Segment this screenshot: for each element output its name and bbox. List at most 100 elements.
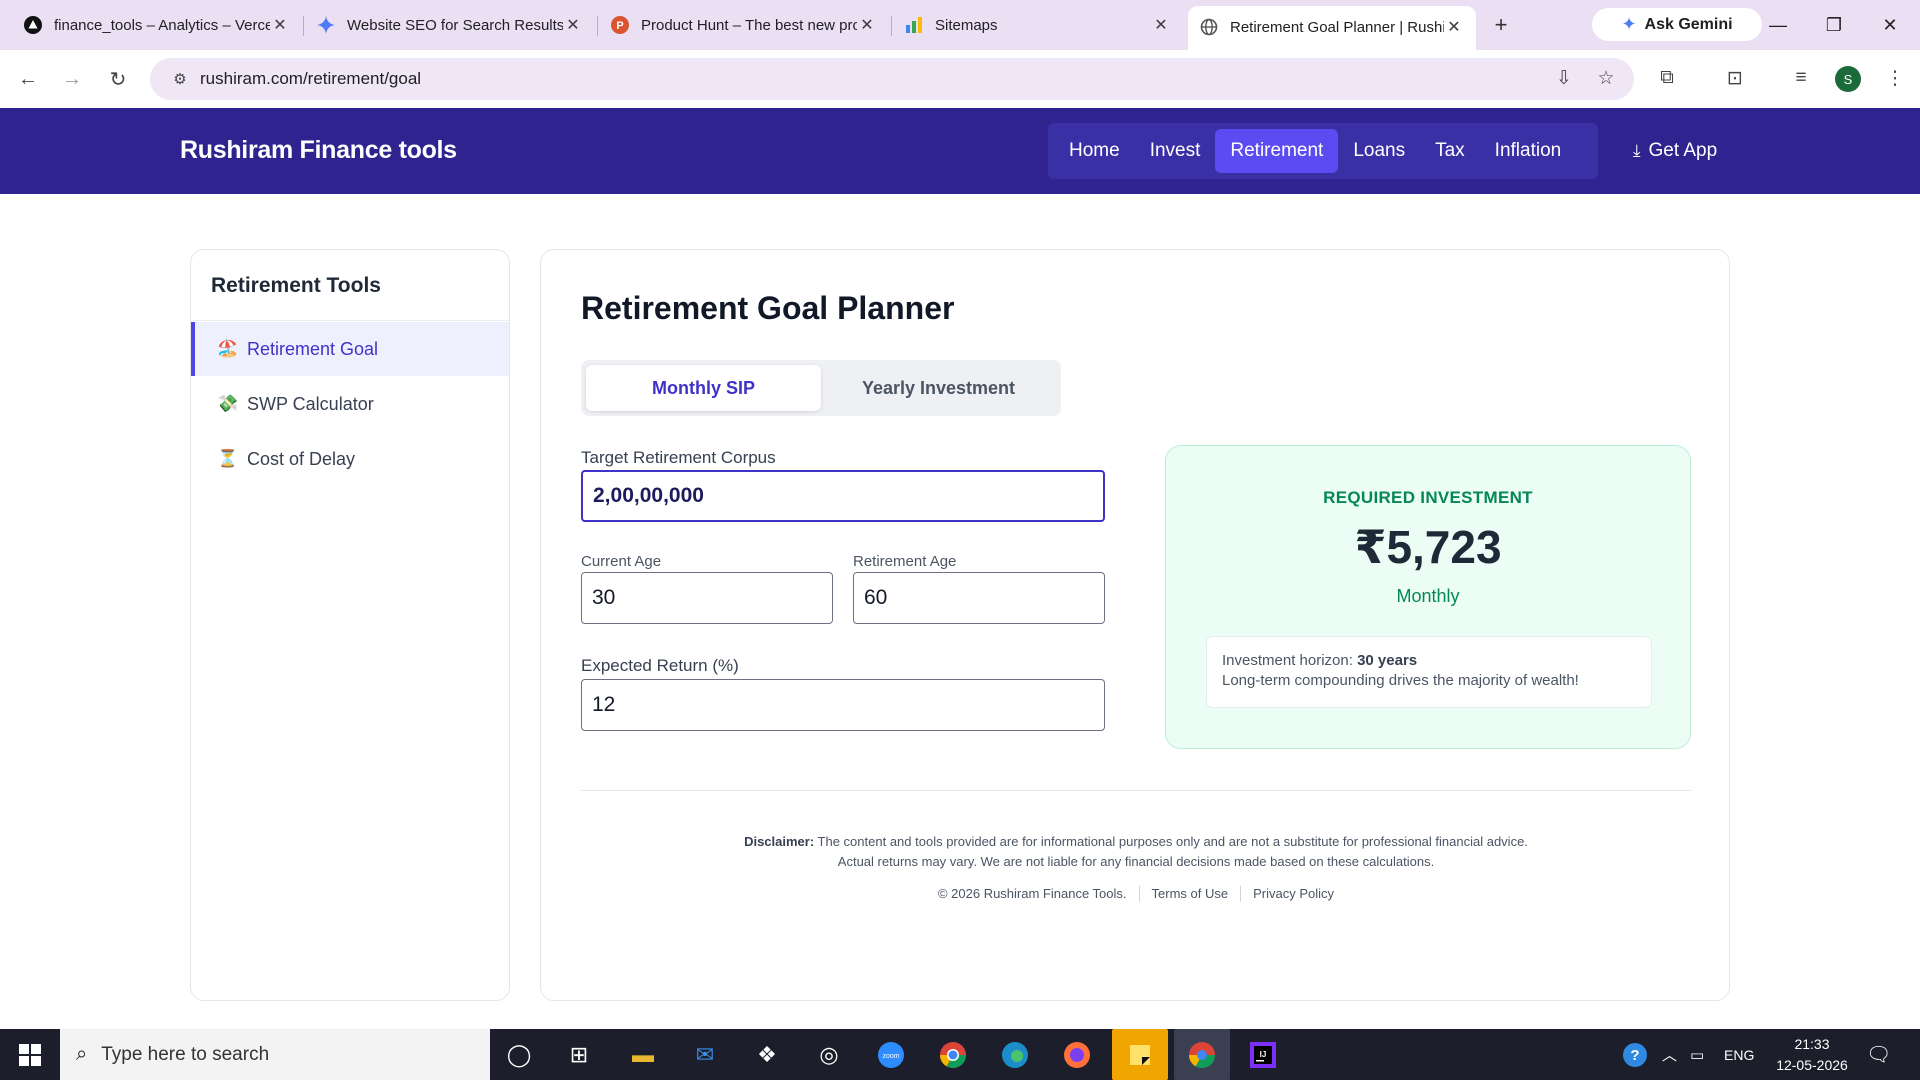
taskbar: ⌕ Type here to search ◯ ⊞ ▬ ✉ ❖ ◎ zoom I… [0, 1029, 1920, 1080]
retirement-age-input[interactable]: 60 [853, 572, 1105, 624]
github-icon[interactable]: ◎ [806, 1036, 852, 1074]
task-view-icon[interactable]: ⊞ [556, 1036, 602, 1074]
battery-icon[interactable]: ▭ [1690, 1029, 1704, 1080]
copyright: © 2026 Rushiram Finance Tools. [937, 886, 1127, 901]
nav-retirement[interactable]: Retirement [1215, 129, 1339, 173]
close-window-icon[interactable]: ✕ [1870, 10, 1910, 40]
browser-tab-active[interactable]: Retirement Goal Planner | Rushiram ✕ [1188, 6, 1476, 50]
nav-loans[interactable]: Loans [1338, 129, 1420, 173]
taskbar-search[interactable]: ⌕ Type here to search [60, 1029, 490, 1080]
tab-title: Product Hunt – The best new products [641, 16, 857, 34]
help-icon[interactable]: ? [1622, 1029, 1648, 1080]
search-console-icon [905, 16, 923, 34]
corpus-label: Target Retirement Corpus [581, 448, 776, 467]
site-info-icon[interactable]: ⚙ [160, 70, 200, 88]
reload-icon[interactable]: ↻ [103, 64, 133, 94]
tab-search-icon[interactable]: ⊡ [1720, 63, 1750, 93]
current-age-label: Current Age [581, 553, 662, 570]
result-panel: REQUIRED INVESTMENT ₹5,723 Monthly Inves… [1165, 445, 1691, 749]
bookmark-star-icon[interactable]: ☆ [1591, 63, 1621, 93]
browser-tab-vercel[interactable]: finance_tools – Analytics – Vercel ✕ [12, 8, 302, 42]
close-icon[interactable]: ✕ [1151, 15, 1171, 35]
disclaimer-label: Disclaimer: [744, 834, 815, 849]
sidebar-title: Retirement Tools [211, 274, 381, 297]
tab-title: Website SEO for Search Results [347, 16, 563, 34]
mail-icon[interactable]: ✉ [682, 1036, 728, 1074]
close-icon[interactable]: ✕ [1444, 17, 1464, 37]
vercel-icon [24, 16, 42, 34]
forward-arrow-icon[interactable]: → [57, 64, 87, 94]
windows-start-icon[interactable] [0, 1029, 60, 1080]
taskbar-search-placeholder: Type here to search [101, 1043, 270, 1065]
media-controls-icon[interactable]: ≡ [1786, 63, 1816, 93]
cortana-icon[interactable]: ◯ [496, 1036, 542, 1074]
gemini-icon [317, 16, 335, 34]
clock[interactable]: 21:33 12-05-2026 [1762, 1034, 1862, 1076]
required-investment-value: ₹5,723 [1354, 521, 1502, 573]
beach-icon: 🏖️ [217, 339, 239, 358]
sidebar-item-cost-of-delay[interactable]: ⏳ Cost of Delay [191, 432, 509, 486]
ask-gemini-button[interactable]: ✦ Ask Gemini [1592, 8, 1762, 41]
file-explorer-icon[interactable]: ▬ [620, 1036, 666, 1074]
disclaimer: Disclaimer: The content and tools provid… [581, 832, 1691, 872]
globe-icon [1200, 18, 1218, 36]
sidebar-item-label: Cost of Delay [247, 448, 356, 469]
sidebar-item-label: SWP Calculator [247, 393, 374, 414]
notifications-icon[interactable]: 🗨 [1866, 1029, 1891, 1080]
browser-tab-product-hunt[interactable]: P Product Hunt – The best new products ✕ [599, 8, 889, 42]
browser-tab-gemini[interactable]: Website SEO for Search Results ✕ [305, 8, 595, 42]
menu-icon[interactable]: ⋮ [1880, 63, 1910, 93]
nav-inflation[interactable]: Inflation [1480, 129, 1577, 173]
sidebar-item-retirement-goal[interactable]: 🏖️ Retirement Goal [191, 322, 509, 376]
zoom-icon[interactable]: zoom [868, 1036, 914, 1074]
get-app-button[interactable]: ⤓ Get App [1633, 140, 1717, 162]
language-indicator[interactable]: ENG [1724, 1029, 1754, 1080]
address-bar[interactable]: ⚙ rushiram.com/retirement/goal [150, 58, 1634, 100]
tab-separator [597, 16, 598, 36]
browser-tab-sitemaps[interactable]: Sitemaps ✕ [893, 8, 1183, 42]
new-tab-button[interactable]: + [1486, 10, 1516, 40]
restore-icon[interactable]: ❐ [1814, 10, 1854, 40]
search-icon: ⌕ [76, 1043, 88, 1065]
extensions-icon[interactable]: ⧉ [1652, 63, 1682, 93]
brand-logo[interactable]: Rushiram Finance tools [180, 136, 457, 165]
svg-text:IJ: IJ [1260, 1050, 1267, 1059]
corpus-input[interactable]: 2,00,00,000 [581, 470, 1105, 522]
tab-title: finance_tools – Analytics – Vercel [54, 16, 270, 34]
firefox-icon[interactable] [1054, 1036, 1100, 1074]
svg-text:P: P [616, 20, 623, 32]
profile-avatar[interactable]: S [1835, 66, 1861, 92]
footer-links: © 2026 Rushiram Finance Tools. Terms of … [581, 886, 1691, 902]
tab-separator [303, 16, 304, 36]
product-hunt-icon: P [611, 16, 629, 34]
install-app-icon[interactable]: ⇩ [1549, 63, 1579, 93]
current-age-input[interactable]: 30 [581, 572, 833, 624]
dropbox-icon[interactable]: ❖ [744, 1036, 790, 1074]
nav-tax[interactable]: Tax [1420, 129, 1480, 173]
sidebar-item-swp-calculator[interactable]: 💸 SWP Calculator [191, 377, 509, 431]
chrome-profile-icon[interactable] [1174, 1029, 1230, 1080]
sticky-notes-icon[interactable] [1112, 1029, 1168, 1080]
close-icon[interactable]: ✕ [270, 15, 290, 35]
horizon-message: Long-term compounding drives the majorit… [1222, 672, 1579, 689]
back-arrow-icon[interactable]: ← [13, 64, 43, 94]
nav-invest[interactable]: Invest [1135, 129, 1216, 173]
url-text[interactable]: rushiram.com/retirement/goal [200, 69, 421, 89]
terms-link[interactable]: Terms of Use [1152, 886, 1229, 902]
sidebar-item-label: Retirement Goal [247, 338, 379, 359]
close-icon[interactable]: ✕ [563, 15, 583, 35]
privacy-link[interactable]: Privacy Policy [1253, 886, 1334, 902]
minimize-icon[interactable]: — [1758, 10, 1798, 40]
edge-icon[interactable] [992, 1036, 1038, 1074]
yearly-investment-tab[interactable]: Yearly Investment [821, 365, 1056, 411]
site-header: Rushiram Finance tools Home Invest Retir… [0, 108, 1920, 194]
intellij-icon[interactable]: IJ [1240, 1036, 1286, 1074]
chrome-icon[interactable] [930, 1036, 976, 1074]
expected-return-input[interactable]: 12 [581, 679, 1105, 731]
divider [581, 790, 1691, 791]
chevron-up-icon[interactable]: ︿ [1662, 1029, 1677, 1080]
close-icon[interactable]: ✕ [857, 15, 877, 35]
nav-home[interactable]: Home [1054, 129, 1135, 173]
monthly-sip-tab[interactable]: Monthly SIP [586, 365, 821, 411]
tab-title: Sitemaps [935, 16, 998, 34]
